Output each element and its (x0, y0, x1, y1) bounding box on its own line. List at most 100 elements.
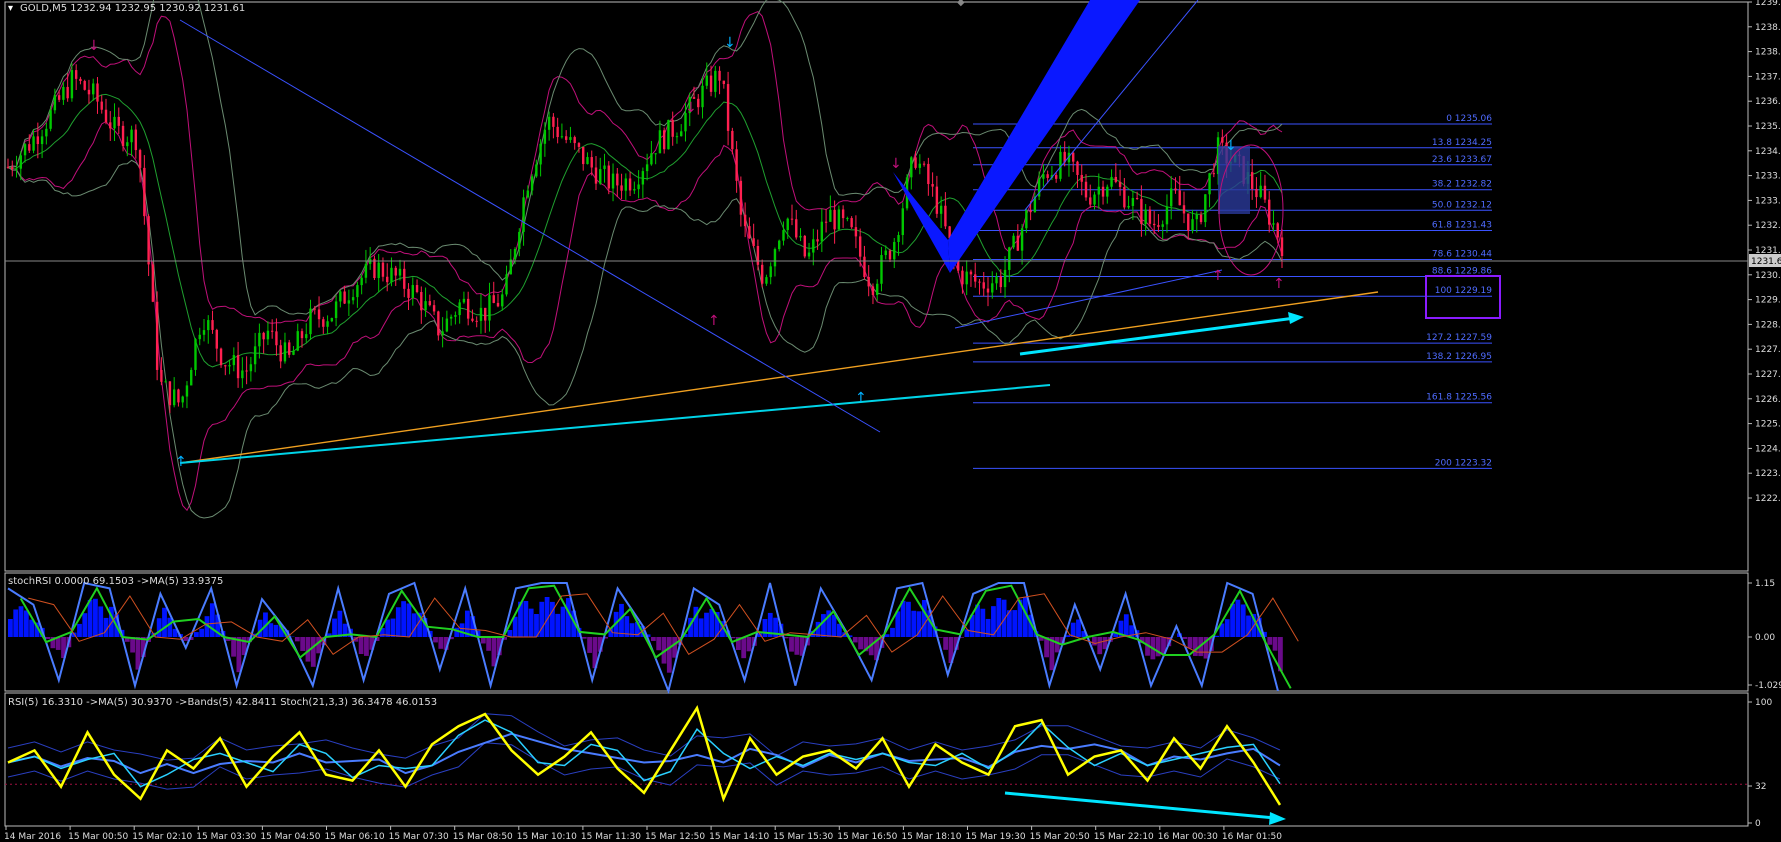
candle-body (986, 288, 990, 293)
indicator-tick-label: 0.00 (1755, 633, 1775, 643)
stoch-histogram-bar (93, 598, 98, 637)
candle-body (1123, 186, 1126, 208)
fib-level-label: 78.6 1230.44 (1432, 250, 1492, 260)
candle-body (492, 295, 495, 303)
rsi-indicator (5, 704, 1748, 806)
candle-body (496, 302, 500, 307)
candle-body (113, 116, 116, 129)
candle-body (258, 332, 261, 347)
candle-body (501, 294, 504, 307)
time-tick-label: 15 Mar 12:50 (645, 832, 705, 842)
candle-body (437, 311, 440, 336)
candle-body (867, 277, 870, 287)
stoch-histogram-bar (193, 632, 199, 637)
candle-body (697, 98, 700, 108)
candle-body (317, 309, 321, 320)
chart-canvas[interactable]: 0 1235.06 13.8 1234.25 23.6 1233.67 38.2 12… (0, 0, 1781, 842)
candle-body (168, 381, 172, 406)
stoch-histogram-bar (1076, 619, 1081, 637)
candle-body (1054, 175, 1058, 179)
candle-body (620, 185, 623, 191)
candle-body (543, 129, 547, 144)
candle-body (190, 369, 193, 386)
time-tick-label: 15 Mar 10:10 (517, 832, 577, 842)
time-tick-label: 14 Mar 2016 (4, 832, 61, 842)
candle-body (15, 168, 18, 170)
candle-body (147, 216, 150, 265)
candle-body (616, 173, 619, 186)
candle-body (1140, 198, 1143, 224)
candle-body (36, 136, 40, 145)
stoch-histogram-bar (1240, 604, 1246, 637)
rsi-panel-frame (4, 692, 1749, 827)
time-tick-label: 15 Mar 22:10 (1094, 832, 1154, 842)
candle-body (432, 305, 436, 312)
candle-body (509, 259, 512, 275)
candle-body (322, 319, 325, 327)
candle-body (117, 116, 120, 126)
candle-body (266, 330, 270, 340)
candle-body (1020, 228, 1024, 251)
stoch-histogram-bar (45, 637, 50, 639)
candle-body (1110, 176, 1113, 187)
candle-body (833, 209, 836, 230)
candle-body (40, 136, 44, 145)
fractal-down-arrow-icon: ↓ (88, 38, 100, 54)
candle-body (232, 355, 236, 366)
candle-body (245, 370, 248, 372)
candle-body (109, 122, 112, 129)
candle-body (743, 214, 747, 227)
candle-body (1178, 190, 1181, 206)
price-tick-label: 1231.3 (1755, 246, 1781, 256)
price-tick-label: 1238.0 (1755, 48, 1781, 58)
candle-body (398, 268, 402, 276)
candle-body (603, 165, 606, 170)
candle-body (475, 320, 478, 322)
candle-body (219, 348, 223, 366)
stoch-histogram-bar (406, 603, 412, 637)
candle-body (999, 276, 1002, 288)
stoch-histogram-bar (900, 600, 906, 637)
time-tick-label: 15 Mar 08:50 (453, 832, 513, 842)
stoch-histogram-bar (1267, 637, 1273, 645)
candle-body (552, 116, 555, 127)
candle-body (1127, 205, 1130, 208)
candle-body (283, 342, 287, 362)
stoch-histogram-bar (98, 606, 104, 637)
candle-body (1072, 152, 1075, 162)
candle-body (991, 283, 994, 293)
descending-trendline (179, 19, 881, 433)
candle-body (880, 255, 883, 284)
candle-body (901, 208, 904, 236)
candle-body (1135, 197, 1139, 199)
time-tick-label: 16 Mar 01:50 (1222, 832, 1282, 842)
indicator-tick-label: 32 (1755, 782, 1766, 792)
fractal-up-arrow-icon: ↑ (175, 454, 187, 470)
candle-body (569, 137, 572, 140)
candle-body (654, 153, 657, 155)
candle-body (858, 236, 862, 257)
candle-body (799, 235, 802, 238)
stoch-histogram-bar (565, 598, 571, 637)
stoch-histogram-bar (491, 637, 497, 667)
candle-body (965, 271, 968, 285)
candle-body (1268, 199, 1271, 225)
fib-level-label: 23.6 1233.67 (1432, 155, 1492, 165)
stoch-histogram-bar (884, 634, 890, 637)
stoch-histogram-bar (666, 637, 672, 673)
fractal-down-arrow-icon: ↓ (724, 35, 736, 51)
fractal-up-arrow-icon: ↑ (708, 313, 720, 329)
candle-body (104, 109, 108, 123)
stoch-histogram-bar (8, 619, 13, 637)
fib-highlight-box (1425, 275, 1501, 319)
chevron-down-icon[interactable]: ▾ (8, 3, 13, 14)
stoch-histogram-bar (390, 618, 396, 637)
stoch-histogram-bar (672, 637, 678, 658)
candle-body (1029, 210, 1032, 213)
candle-body (829, 209, 832, 222)
candle-body (795, 219, 798, 238)
candle-body (556, 126, 559, 138)
candle-body (705, 75, 708, 86)
candle-body (539, 143, 542, 165)
candle-body (275, 331, 278, 346)
